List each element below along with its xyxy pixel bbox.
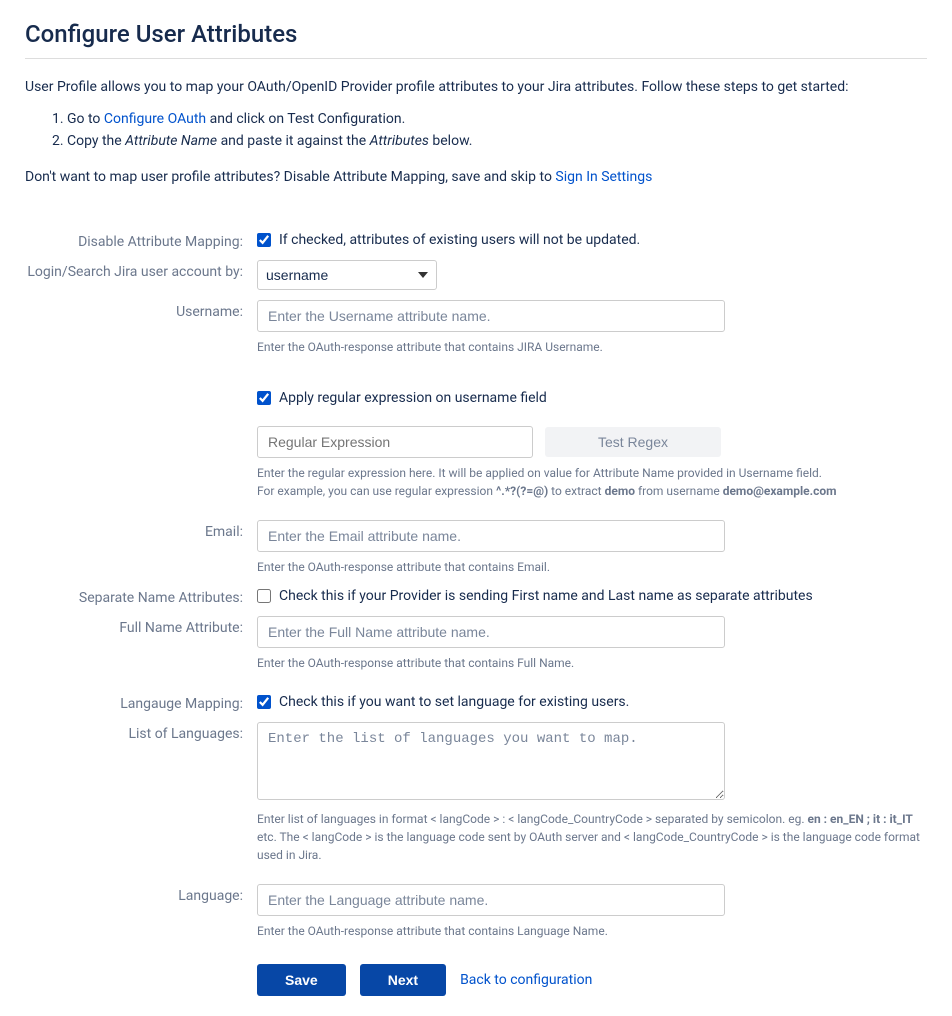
email-hint: Enter the OAuth-response attribute that … — [257, 558, 927, 576]
attribute-name-italic: Attribute Name — [125, 133, 217, 149]
steps-list: Go to Configure OAuth and click on Test … — [67, 108, 927, 153]
step-1-suffix: and click on Test Configuration. — [206, 111, 405, 127]
lang-list-hint-b: etc. The < langCode > is the language co… — [257, 830, 920, 862]
regex-input[interactable] — [257, 426, 533, 458]
step-2-suffix: below. — [429, 133, 473, 149]
username-input[interactable] — [257, 300, 725, 332]
fullname-label: Full Name Attribute: — [25, 614, 257, 636]
username-hint: Enter the OAuth-response attribute that … — [257, 338, 927, 356]
separate-names-label: Separate Name Attributes: — [25, 584, 257, 606]
lang-list-hint: Enter list of languages in format < lang… — [257, 810, 927, 864]
email-input[interactable] — [257, 520, 725, 552]
step-2-prefix: Copy the — [67, 133, 125, 149]
sign-in-settings-link[interactable]: Sign In Settings — [555, 169, 652, 185]
configure-oauth-link[interactable]: Configure OAuth — [104, 111, 206, 127]
separate-names-text: Check this if your Provider is sending F… — [279, 588, 813, 604]
fullname-input[interactable] — [257, 616, 725, 648]
login-by-select[interactable]: username — [257, 260, 437, 290]
language-input[interactable] — [257, 884, 725, 916]
regex-hint: Enter the regular expression here. It wi… — [257, 464, 927, 500]
regex-hint-line2c: from username — [635, 484, 723, 498]
regex-hint-b3: demo@example.com — [723, 484, 837, 498]
regex-hint-b2: demo — [605, 484, 635, 498]
skip-line: Don't want to map user profile attribute… — [25, 167, 927, 188]
save-button[interactable]: Save — [257, 964, 346, 996]
lang-list-textarea[interactable] — [257, 722, 725, 800]
next-button[interactable]: Next — [360, 964, 446, 996]
step-2: Copy the Attribute Name and paste it aga… — [67, 130, 927, 152]
regex-hint-b1: ^.*?(?=@) — [496, 484, 548, 498]
lang-mapping-checkbox[interactable] — [257, 695, 271, 709]
login-by-label: Login/Search Jira user account by: — [25, 258, 257, 280]
regex-hint-line2b: to extract — [548, 484, 604, 498]
intro-text: User Profile allows you to map your OAut… — [25, 77, 927, 98]
lang-mapping-label: Langauge Mapping: — [25, 690, 257, 712]
language-hint: Enter the OAuth-response attribute that … — [257, 922, 927, 940]
language-label: Language: — [25, 882, 257, 904]
disable-mapping-checkbox[interactable] — [257, 233, 271, 247]
disable-mapping-text: If checked, attributes of existing users… — [279, 232, 640, 248]
apply-regex-text: Apply regular expression on username fie… — [279, 390, 547, 406]
lang-list-hint-bold: en : en_EN ; it : it_IT — [807, 812, 912, 826]
regex-hint-line2a: For example, you can use regular express… — [257, 484, 496, 498]
lang-list-hint-a: Enter list of languages in format < lang… — [257, 812, 807, 826]
lang-mapping-text: Check this if you want to set language f… — [279, 694, 629, 710]
back-to-configuration-link[interactable]: Back to configuration — [460, 972, 592, 988]
separate-names-checkbox[interactable] — [257, 589, 271, 603]
step-1: Go to Configure OAuth and click on Test … — [67, 108, 927, 130]
step-1-prefix: Go to — [67, 111, 104, 127]
test-regex-button[interactable]: Test Regex — [545, 427, 721, 457]
step-2-mid: and paste it against the — [217, 133, 370, 149]
attributes-italic: Attributes — [370, 133, 429, 149]
apply-regex-checkbox[interactable] — [257, 391, 271, 405]
page-title: Configure User Attributes — [25, 20, 927, 59]
lang-list-label: List of Languages: — [25, 720, 257, 742]
disable-mapping-label: Disable Attribute Mapping: — [25, 228, 257, 250]
email-label: Email: — [25, 518, 257, 540]
fullname-hint: Enter the OAuth-response attribute that … — [257, 654, 927, 672]
skip-prefix: Don't want to map user profile attribute… — [25, 169, 555, 185]
regex-hint-line1: Enter the regular expression here. It wi… — [257, 466, 822, 480]
username-label: Username: — [25, 298, 257, 320]
